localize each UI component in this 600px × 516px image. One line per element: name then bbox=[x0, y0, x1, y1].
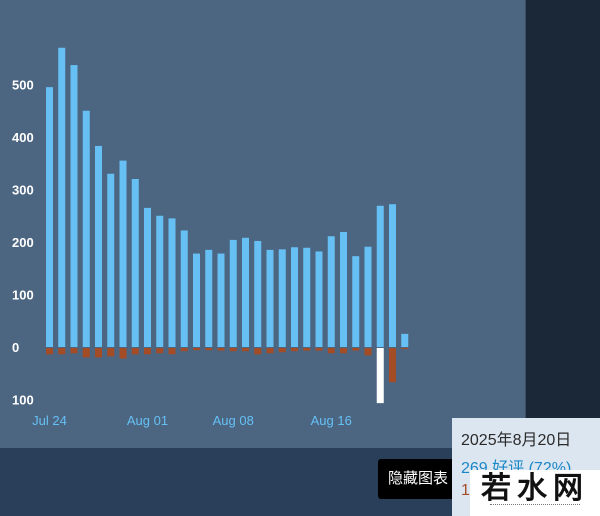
positive-review-bar[interactable] bbox=[107, 173, 115, 347]
negative-review-bar[interactable] bbox=[389, 348, 396, 383]
negative-review-bar[interactable] bbox=[364, 348, 372, 356]
positive-review-bar[interactable] bbox=[46, 87, 53, 347]
negative-review-bar[interactable] bbox=[217, 348, 225, 351]
positive-review-bar[interactable] bbox=[168, 218, 176, 347]
negative-review-bar[interactable] bbox=[95, 348, 102, 358]
positive-review-bar[interactable] bbox=[315, 251, 323, 347]
negative-review-bar[interactable] bbox=[119, 348, 127, 359]
x-tick-label: Aug 08 bbox=[213, 413, 254, 428]
negative-review-bar[interactable] bbox=[82, 348, 90, 358]
negative-review-bar[interactable] bbox=[107, 348, 115, 357]
negative-review-bar[interactable] bbox=[156, 348, 164, 354]
negative-review-bar[interactable] bbox=[144, 348, 151, 355]
positive-review-bar[interactable] bbox=[156, 215, 164, 347]
negative-review-bar[interactable] bbox=[242, 348, 249, 352]
y-tick-label: 100 bbox=[12, 393, 34, 408]
positive-review-bar[interactable] bbox=[242, 237, 249, 347]
positive-review-bar[interactable] bbox=[352, 256, 360, 347]
positive-review-bar[interactable] bbox=[291, 247, 298, 347]
positive-review-bar[interactable] bbox=[193, 253, 200, 347]
review-histogram-panel: 500 400 300 200 100 0 100 Jul 24 Aug 01 Aug 08 Au… bbox=[0, 0, 526, 449]
x-tick-label: Aug 16 bbox=[311, 413, 352, 428]
positive-review-bar[interactable] bbox=[401, 333, 409, 347]
negative-review-bar[interactable] bbox=[278, 348, 286, 353]
negative-review-bar[interactable] bbox=[315, 348, 323, 351]
tooltip-date: 2025年8月20日 bbox=[461, 432, 572, 449]
negative-review-bar[interactable] bbox=[327, 348, 335, 354]
review-histogram-chart: 500 400 300 200 100 0 100 Jul 24 Aug 01 Aug 08 Au… bbox=[12, 47, 409, 428]
positive-review-bar[interactable] bbox=[205, 249, 213, 347]
negative-review-bar[interactable] bbox=[266, 348, 274, 354]
negative-review-bar[interactable] bbox=[401, 348, 409, 350]
positive-review-bar[interactable] bbox=[278, 249, 286, 347]
negative-review-bar[interactable] bbox=[205, 348, 213, 351]
positive-review-bar[interactable] bbox=[364, 246, 372, 347]
positive-review-bar[interactable] bbox=[131, 179, 139, 347]
watermark-text: 若水网 bbox=[481, 471, 589, 506]
y-tick-label: 200 bbox=[12, 235, 34, 250]
negative-review-bar[interactable] bbox=[229, 348, 237, 352]
y-tick-label: 500 bbox=[12, 78, 34, 93]
negative-review-bar[interactable] bbox=[131, 348, 139, 355]
negative-review-bar[interactable] bbox=[303, 348, 311, 351]
negative-review-bar[interactable] bbox=[168, 348, 176, 355]
positive-review-bar[interactable] bbox=[119, 160, 127, 347]
negative-review-bar[interactable] bbox=[58, 348, 66, 355]
y-tick-label: 100 bbox=[12, 288, 34, 303]
positive-review-bar[interactable] bbox=[327, 236, 335, 347]
positive-review-bar[interactable] bbox=[70, 65, 78, 347]
positive-review-bar[interactable] bbox=[376, 205, 384, 347]
y-tick-label: 300 bbox=[12, 183, 34, 198]
negative-review-bar[interactable] bbox=[193, 348, 200, 351]
x-tick-label: Jul 24 bbox=[32, 413, 67, 428]
negative-review-bar[interactable] bbox=[352, 348, 360, 351]
negative-review-bar[interactable] bbox=[46, 348, 53, 355]
positive-review-bar[interactable] bbox=[340, 232, 347, 347]
negative-review-bar[interactable] bbox=[180, 348, 188, 352]
negative-review-bar[interactable] bbox=[291, 348, 298, 352]
negative-review-bar[interactable] bbox=[376, 348, 384, 404]
y-tick-label: 400 bbox=[12, 130, 34, 145]
positive-review-bar[interactable] bbox=[217, 253, 225, 347]
positive-review-bar[interactable] bbox=[95, 145, 102, 347]
positive-review-bar[interactable] bbox=[389, 204, 396, 347]
negative-review-bar[interactable] bbox=[70, 348, 78, 354]
negative-review-bar[interactable] bbox=[340, 348, 347, 354]
positive-review-bar[interactable] bbox=[303, 247, 311, 347]
x-tick-label: Aug 01 bbox=[127, 413, 168, 428]
positive-review-bar[interactable] bbox=[82, 110, 90, 347]
negative-review-bar[interactable] bbox=[254, 348, 262, 355]
positive-review-bar[interactable] bbox=[229, 239, 237, 347]
positive-review-bar[interactable] bbox=[254, 240, 262, 347]
positive-review-bar[interactable] bbox=[180, 230, 188, 347]
y-tick-label: 0 bbox=[12, 340, 19, 355]
positive-review-bar[interactable] bbox=[266, 249, 274, 347]
positive-review-bar[interactable] bbox=[144, 207, 151, 347]
watermark-logo: 若水网 bbox=[470, 470, 600, 516]
positive-review-bar[interactable] bbox=[58, 47, 66, 347]
